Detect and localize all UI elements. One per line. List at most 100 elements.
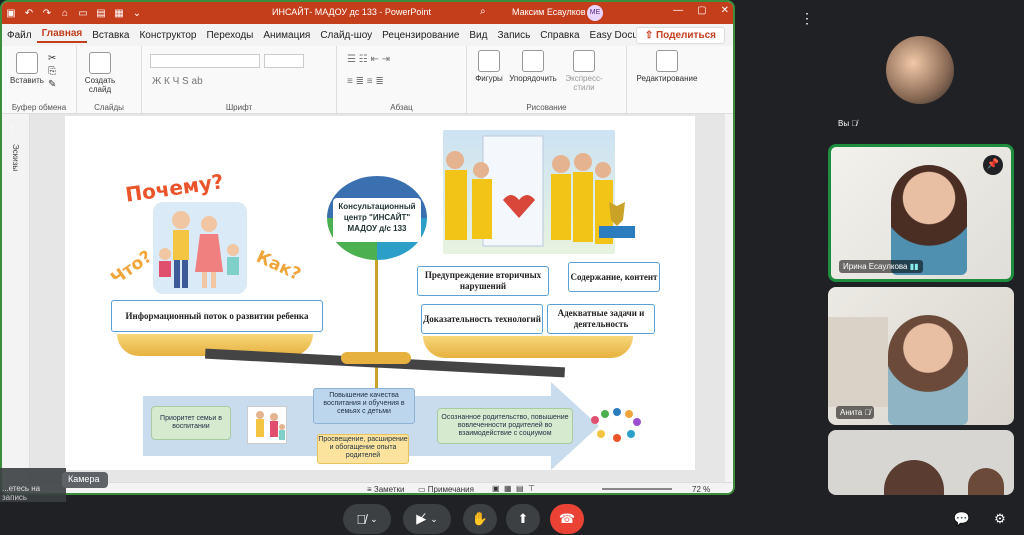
participant-1-name-text: Ирина Есаулкова bbox=[843, 262, 908, 271]
tab-6[interactable]: Слайд-шоу bbox=[315, 30, 377, 41]
raise-hand-button[interactable]: ✋ bbox=[463, 504, 497, 534]
center-title: Консультационный центр "ИНСАЙТ" МАДОУ д/… bbox=[333, 198, 421, 242]
participant-3b-video bbox=[968, 468, 1004, 495]
home-icon[interactable]: ⌂ bbox=[56, 8, 74, 19]
prevention-box: Предупреждение вторичных нарушений bbox=[417, 266, 549, 296]
expand-icon[interactable]: › bbox=[11, 122, 14, 132]
participant-tile-3[interactable] bbox=[828, 430, 1014, 495]
scale-base bbox=[341, 352, 411, 364]
new-slide-button[interactable]: Создать слайд bbox=[81, 52, 119, 94]
tab-4[interactable]: Переходы bbox=[201, 30, 258, 41]
print-icon[interactable]: ▦ bbox=[110, 8, 128, 19]
ministry-emblem bbox=[595, 198, 639, 242]
comments-button[interactable]: ▭ Примечания bbox=[418, 485, 474, 493]
share-button[interactable]: ⇧ Поделиться bbox=[635, 27, 725, 44]
camera-label[interactable]: Камера bbox=[62, 472, 108, 488]
chat-icon: 💬 bbox=[953, 511, 971, 526]
vertical-scrollbar[interactable] bbox=[725, 114, 733, 482]
participant-2-video bbox=[888, 315, 968, 425]
align-icons[interactable]: ≡ ≣ ≡ ≣ bbox=[347, 76, 384, 87]
tab-1[interactable]: Главная bbox=[36, 28, 88, 43]
arrange-icon bbox=[522, 50, 544, 72]
avatar[interactable]: МЕ bbox=[587, 5, 603, 21]
notes-label: Заметки bbox=[373, 485, 405, 494]
participant-1-video bbox=[891, 165, 967, 275]
participant-tile-2[interactable]: Анита 🎙̸ bbox=[828, 287, 1014, 425]
camera-toggle[interactable]: ▶̸ ⌄ bbox=[403, 504, 451, 534]
save-icon[interactable]: ▣ bbox=[2, 8, 20, 19]
paragraph-group: ☰ ☷ ⇤ ⇥ ≡ ≣ ≡ ≣ Абзац bbox=[337, 46, 467, 114]
mic-toggle[interactable]: 🎙̸ ⌄ bbox=[343, 504, 391, 534]
tab-9[interactable]: Запись bbox=[492, 30, 535, 41]
mic-off-icon: 🎙̸ bbox=[356, 511, 367, 527]
tab-2[interactable]: Вставка bbox=[87, 30, 134, 41]
screen-share-button[interactable]: ⬆ bbox=[506, 504, 540, 534]
info-flow-box: Информационный поток о развитии ребенка bbox=[111, 300, 323, 332]
status-bar: ≡ Заметки ▭ Примечания ▣ ▦ ▤ ⊤ 72 % bbox=[2, 482, 733, 494]
self-avatar bbox=[886, 36, 954, 104]
content-box: Содержание, контент bbox=[568, 262, 660, 292]
zoom-slider[interactable] bbox=[602, 488, 672, 490]
redo-icon[interactable]: ↷ bbox=[38, 8, 56, 19]
window-title: ИНСАЙТ- МАДОУ дс 133 - PowerPoint bbox=[272, 7, 431, 17]
arrange-label: Упорядочить bbox=[509, 74, 557, 83]
tab-3[interactable]: Конструктор bbox=[134, 30, 201, 41]
tab-7[interactable]: Рецензирование bbox=[377, 30, 464, 41]
styles-button[interactable]: Экспресс-стили bbox=[561, 50, 607, 92]
hangup-icon: ☎ bbox=[558, 511, 576, 526]
zoom-level[interactable]: 72 % bbox=[692, 485, 710, 493]
cut-copy-buttons[interactable]: ✂ ⎘ ✎ bbox=[48, 52, 56, 91]
font-name-field[interactable] bbox=[150, 54, 260, 68]
arrange-button[interactable]: Упорядочить bbox=[507, 50, 559, 83]
tab-10[interactable]: Справка bbox=[535, 30, 584, 41]
quality-box: Повышение качества воспитания и обучения… bbox=[313, 388, 415, 424]
thumbnails-label: Эскизы bbox=[11, 144, 20, 172]
clipboard-icon bbox=[16, 52, 38, 74]
list-icons[interactable]: ☰ ☷ ⇤ ⇥ bbox=[347, 54, 390, 65]
notes-button[interactable]: ≡ Заметки bbox=[367, 485, 405, 494]
search-icon[interactable]: ⌕ bbox=[480, 6, 486, 17]
self-tile[interactable]: Вы 🎙̸ bbox=[828, 2, 1014, 138]
leave-call-button[interactable]: ☎ bbox=[550, 504, 584, 534]
more-icon[interactable]: ⌄ bbox=[128, 8, 146, 19]
ribbon-tabs: Файл Главная Вставка Конструктор Переходы Ани… bbox=[2, 24, 733, 46]
font-group: Ж К Ч S ab Шрифт bbox=[142, 46, 337, 114]
editing-label: Редактирование bbox=[636, 74, 698, 83]
clipboard-label: Буфер обмена bbox=[11, 103, 67, 112]
paste-label: Вставить bbox=[10, 76, 44, 85]
minimize-icon[interactable]: — bbox=[673, 5, 683, 16]
styles-label: Экспресс-стили bbox=[565, 74, 603, 92]
settings-button[interactable]: ⚙ bbox=[986, 504, 1014, 534]
hand-icon: ✋ bbox=[471, 511, 489, 526]
undo-icon[interactable]: ↶ bbox=[20, 8, 38, 19]
more-options-icon[interactable]: ⋮ bbox=[800, 10, 814, 27]
tab-0[interactable]: Файл bbox=[2, 30, 37, 41]
editing-group: Редактирование bbox=[627, 46, 707, 114]
family-small-icon bbox=[256, 411, 285, 440]
family-illustration bbox=[153, 202, 247, 294]
editing-button[interactable]: Редактирование bbox=[631, 50, 703, 83]
window-controls: — ▢ ✕ bbox=[673, 5, 729, 16]
chat-button[interactable]: 💬 bbox=[948, 504, 976, 534]
font-format-buttons[interactable]: Ж К Ч S ab bbox=[152, 76, 203, 87]
room-wall bbox=[828, 317, 888, 407]
close-icon[interactable]: ✕ bbox=[721, 5, 729, 16]
font-size-field[interactable] bbox=[264, 54, 304, 68]
tab-8[interactable]: Вид bbox=[464, 30, 492, 41]
slideshow-icon[interactable]: ▤ bbox=[92, 8, 110, 19]
folder-icon[interactable]: ▭ bbox=[74, 8, 92, 19]
participant-1-name: Ирина Есаулкова ▮▮ bbox=[839, 260, 923, 273]
shapes-button[interactable]: Фигуры bbox=[471, 50, 507, 83]
pin-icon[interactable]: 📌 bbox=[983, 155, 1003, 175]
maximize-icon[interactable]: ▢ bbox=[697, 5, 706, 16]
mic-off-icon: 🎙̸ bbox=[864, 408, 871, 417]
view-buttons[interactable]: ▣ ▦ ▤ ⊤ bbox=[492, 484, 535, 493]
drawing-group: Фигуры Упорядочить Экспресс-стили Рисова… bbox=[467, 46, 627, 114]
emblem-icon bbox=[599, 202, 635, 238]
tab-5[interactable]: Анимация bbox=[258, 30, 315, 41]
participant-tile-1[interactable]: 📌 Ирина Есаулкова ▮▮ bbox=[828, 144, 1014, 282]
tasks-box: Адекватные задачи и деятельность bbox=[547, 304, 655, 334]
paste-button[interactable]: Вставить bbox=[8, 52, 46, 85]
thumbnails-pane[interactable]: › Эскизы bbox=[2, 114, 30, 482]
slide[interactable]: Почему? Что? Как? Консультационный центр… bbox=[65, 116, 695, 470]
